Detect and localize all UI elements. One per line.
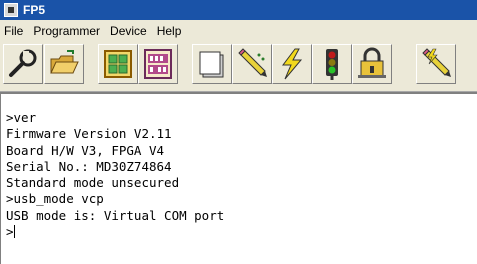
window-title: FP5 xyxy=(23,3,46,17)
terminal-prompt: > xyxy=(6,224,14,240)
app-icon[interactable] xyxy=(4,3,18,17)
terminal-line: Serial No.: MD30Z74864 xyxy=(6,158,172,174)
menu-bar: File Programmer Device Help xyxy=(0,20,477,41)
blank-button[interactable] xyxy=(192,44,232,84)
terminal-text: >ver Firmware Version V2.11 Board H/W V3… xyxy=(6,110,224,240)
pencil-program-icon xyxy=(238,48,267,77)
menu-help[interactable]: Help xyxy=(152,24,187,38)
terminal-prompt-line: > xyxy=(6,224,224,240)
terminal-line: >usb_mode vcp xyxy=(6,191,104,207)
traffic-light-icon xyxy=(326,49,338,80)
text-cursor xyxy=(13,225,15,239)
terminal-line: USB mode is: Virtual COM port xyxy=(6,207,225,223)
pencil-lightning-icon xyxy=(422,48,451,77)
menu-file[interactable]: File xyxy=(0,24,28,38)
terminal-line: Board H/W V3, FPGA V4 xyxy=(6,142,165,158)
terminal-line: Standard mode unsecured xyxy=(6,175,180,191)
binary-data-icon xyxy=(144,49,172,79)
verify-button[interactable] xyxy=(312,44,352,84)
program-button[interactable] xyxy=(232,44,272,84)
toolbar xyxy=(0,41,477,92)
menu-programmer[interactable]: Programmer xyxy=(28,24,105,38)
open-button[interactable] xyxy=(44,44,84,84)
auto-program-button[interactable] xyxy=(416,44,456,84)
title-bar: FP5 xyxy=(0,0,477,20)
menu-device[interactable]: Device xyxy=(105,24,152,38)
terminal-output[interactable]: >ver Firmware Version V2.11 Board H/W V3… xyxy=(0,92,477,264)
wrench-button[interactable] xyxy=(3,44,43,84)
wrench-icon xyxy=(9,49,37,77)
device-button[interactable] xyxy=(98,44,138,84)
binary-button[interactable] xyxy=(138,44,178,84)
lightning-icon xyxy=(282,48,303,80)
secure-button[interactable] xyxy=(352,44,392,84)
open-folder-icon xyxy=(50,50,79,74)
terminal-line: Firmware Version V2.11 xyxy=(6,126,172,142)
blank-page-icon xyxy=(199,51,224,78)
terminal-line: >ver xyxy=(6,110,37,125)
device-blocks-icon xyxy=(104,50,132,78)
lightning-button[interactable] xyxy=(272,44,312,84)
padlock-icon xyxy=(358,47,386,78)
